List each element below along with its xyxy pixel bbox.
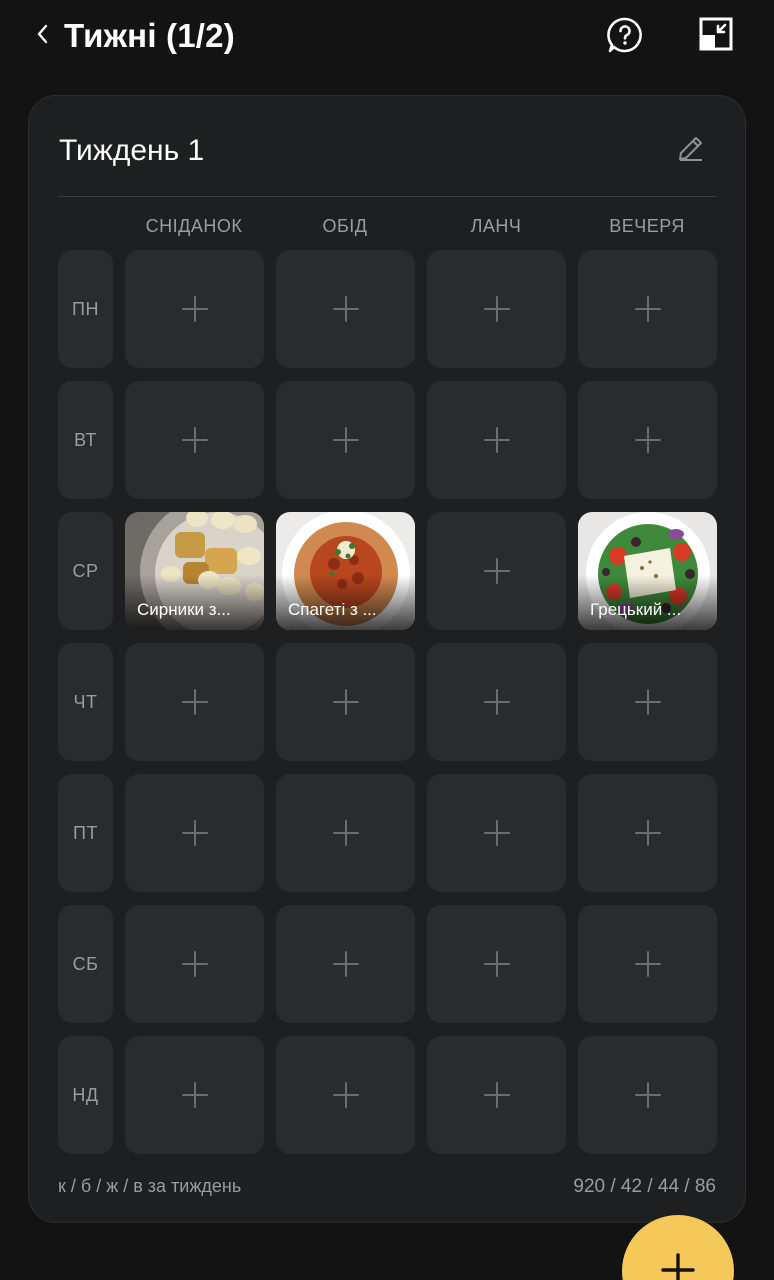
collapse-button[interactable]: [694, 14, 738, 58]
day-label-fri: ПТ: [58, 774, 113, 892]
day-label-wed: СР: [58, 512, 113, 630]
plus-icon: [634, 296, 661, 322]
week-card: Тиждень 1 СНІДАНОК ОБІД ЛАНЧ ВЕЧЕРЯ ПН В…: [28, 95, 746, 1223]
column-header-lunch: ОБІД: [322, 216, 368, 236]
plus-icon: [181, 820, 208, 846]
plus-icon: [181, 296, 208, 322]
meal-slot-thu-breakfast[interactable]: [125, 643, 264, 761]
plus-icon: [181, 951, 208, 977]
meal-slot-sun-breakfast[interactable]: [125, 1036, 264, 1154]
edit-week-button[interactable]: [673, 132, 709, 168]
collapse-window-icon: [697, 15, 735, 58]
plus-icon: [332, 689, 359, 715]
plus-icon: [634, 951, 661, 977]
meal-slot-mon-snack[interactable]: [427, 250, 566, 368]
meal-slot-sat-lunch[interactable]: [276, 905, 415, 1023]
meal-slot-fri-dinner[interactable]: [578, 774, 717, 892]
day-label-sun: НД: [58, 1036, 113, 1154]
meal-slot-sun-snack[interactable]: [427, 1036, 566, 1154]
plus-icon: [483, 558, 510, 584]
plus-icon: [332, 951, 359, 977]
plus-icon: [634, 820, 661, 846]
meal-slot-tue-lunch[interactable]: [276, 381, 415, 499]
plus-icon: [181, 1082, 208, 1108]
meal-slot-thu-snack[interactable]: [427, 643, 566, 761]
meal-card-wed-dinner[interactable]: Грецький ...: [578, 512, 717, 630]
plus-icon: [483, 296, 510, 322]
plus-icon: [483, 1082, 510, 1108]
divider: [58, 196, 716, 197]
meal-slot-tue-dinner[interactable]: [578, 381, 717, 499]
week-title: Тиждень 1: [59, 134, 205, 167]
day-label-sat: СБ: [58, 905, 113, 1023]
add-week-button[interactable]: [622, 1215, 734, 1280]
meal-slot-mon-dinner[interactable]: [578, 250, 717, 368]
plus-icon: [181, 427, 208, 453]
plus-icon: [332, 427, 359, 453]
meal-name: Грецький ...: [590, 600, 682, 619]
meal-slot-tue-breakfast[interactable]: [125, 381, 264, 499]
plus-icon: [483, 951, 510, 977]
meal-name: Сирники з...: [137, 600, 231, 619]
plus-icon: [483, 689, 510, 715]
meal-slot-mon-lunch[interactable]: [276, 250, 415, 368]
meal-slot-sat-dinner[interactable]: [578, 905, 717, 1023]
plus-icon: [634, 427, 661, 453]
column-header-snack: ЛАНЧ: [470, 216, 522, 236]
plus-icon: [332, 820, 359, 846]
pencil-icon: [676, 133, 706, 168]
chevron-left-icon: [35, 23, 49, 50]
day-label-tue: ВТ: [58, 381, 113, 499]
meal-slot-sat-snack[interactable]: [427, 905, 566, 1023]
column-header-dinner: ВЕЧЕРЯ: [609, 216, 685, 236]
plus-icon: [332, 296, 359, 322]
meal-slot-thu-dinner[interactable]: [578, 643, 717, 761]
back-button[interactable]: [28, 20, 56, 52]
top-bar: Тижні (1/2): [0, 0, 774, 76]
meal-card-wed-lunch[interactable]: Спагеті з ...: [276, 512, 415, 630]
plus-icon: [483, 427, 510, 453]
meal-slot-sun-lunch[interactable]: [276, 1036, 415, 1154]
plus-icon: [634, 1082, 661, 1108]
help-circle-icon: [606, 16, 644, 59]
meal-slot-thu-lunch[interactable]: [276, 643, 415, 761]
day-label-thu: ЧТ: [58, 643, 113, 761]
meal-slot-fri-breakfast[interactable]: [125, 774, 264, 892]
meal-slot-tue-snack[interactable]: [427, 381, 566, 499]
column-header-breakfast: СНІДАНОК: [145, 216, 243, 236]
plus-icon: [634, 689, 661, 715]
meal-slot-fri-lunch[interactable]: [276, 774, 415, 892]
page-title: Тижні (1/2): [64, 17, 235, 54]
meal-slot-fri-snack[interactable]: [427, 774, 566, 892]
weekly-macros-totals: 920 / 42 / 44 / 86: [573, 1176, 716, 1197]
weekly-macros-label: к / б / ж / в за тиждень: [58, 1176, 242, 1196]
help-button[interactable]: [604, 16, 646, 58]
meal-slot-mon-breakfast[interactable]: [125, 250, 264, 368]
plus-icon: [661, 1253, 695, 1280]
meal-slot-sun-dinner[interactable]: [578, 1036, 717, 1154]
meal-slot-wed-snack[interactable]: [427, 512, 566, 630]
meal-card-wed-breakfast[interactable]: Сирники з...: [125, 512, 264, 630]
meal-name: Спагеті з ...: [288, 600, 377, 619]
plus-icon: [332, 1082, 359, 1108]
day-label-mon: ПН: [58, 250, 113, 368]
plus-icon: [181, 689, 208, 715]
meal-slot-sat-breakfast[interactable]: [125, 905, 264, 1023]
plus-icon: [483, 820, 510, 846]
